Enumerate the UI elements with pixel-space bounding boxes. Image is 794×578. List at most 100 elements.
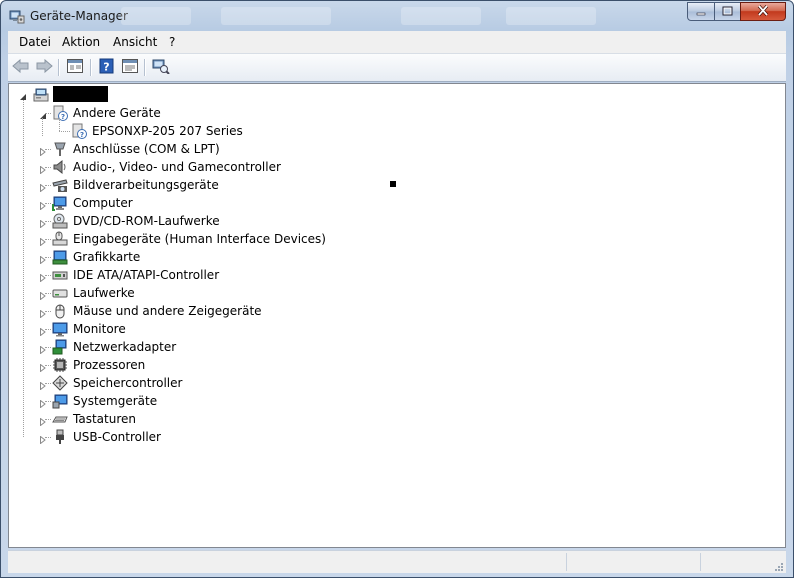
tree-connector <box>45 419 51 420</box>
show-hidden-button[interactable] <box>120 58 140 76</box>
forward-icon <box>35 58 53 76</box>
background-glass <box>221 7 331 25</box>
tree-category-label[interactable]: Eingabegeräte (Human Interface Devices) <box>73 230 326 248</box>
storage-controller-icon <box>52 375 68 391</box>
dvd-drive-icon <box>52 213 68 229</box>
scan-hardware-button[interactable] <box>151 58 171 76</box>
network-adapter-icon <box>52 339 68 355</box>
tree-connector <box>45 401 51 402</box>
status-pane <box>566 553 701 571</box>
menu-ansicht[interactable]: Ansicht <box>113 35 157 49</box>
minimize-icon <box>696 5 706 19</box>
tree-connector <box>45 347 51 348</box>
tree-connector <box>59 118 60 131</box>
forward-button[interactable] <box>34 58 54 76</box>
svg-text:?: ? <box>61 113 65 121</box>
tree-connector <box>42 118 43 136</box>
computer-root-icon <box>33 87 49 103</box>
cursor-marker <box>390 181 396 187</box>
tree-connector <box>45 293 51 294</box>
tree-category-label[interactable]: Speichercontroller <box>73 374 182 392</box>
tree-connector <box>45 257 51 258</box>
tree-connector <box>45 329 51 330</box>
toolbar-separator <box>58 59 60 76</box>
menu-bar: Datei Aktion Ansicht ? <box>8 31 786 54</box>
tree-connector <box>59 131 70 132</box>
menu-help[interactable]: ? <box>169 35 175 49</box>
usb-icon <box>52 429 68 445</box>
tree-connector <box>45 221 51 222</box>
tree-device-label[interactable]: EPSONXP-205 207 Series <box>92 122 243 140</box>
tree-connector <box>45 167 51 168</box>
status-pane <box>700 553 781 571</box>
tree-category-label[interactable]: Mäuse und andere Zeigegeräte <box>73 302 262 320</box>
tree-category-label[interactable]: Bildverarbeitungsgeräte <box>73 176 219 194</box>
tree-connector <box>45 365 51 366</box>
back-button[interactable] <box>11 58 31 76</box>
tree-category-label[interactable]: Systemgeräte <box>73 392 157 410</box>
resize-grip-icon[interactable] <box>773 560 783 571</box>
scan-hardware-icon <box>152 58 170 77</box>
tree-category-label[interactable]: Prozessoren <box>73 356 145 374</box>
minimize-button[interactable] <box>687 2 715 21</box>
unknown-device-icon: ? <box>71 123 87 139</box>
tree-connector <box>45 311 51 312</box>
tree-category-label[interactable]: USB-Controller <box>73 428 161 446</box>
tree-connector <box>45 239 51 240</box>
tree-connector <box>45 185 51 186</box>
unknown-device-icon: ? <box>52 105 68 121</box>
properties-view-button[interactable] <box>65 58 85 76</box>
menu-aktion[interactable]: Aktion <box>62 35 100 49</box>
tree-category-label[interactable]: DVD/CD-ROM-Laufwerke <box>73 212 220 230</box>
tree-category-label[interactable]: Computer <box>73 194 133 212</box>
title-bar[interactable]: Geräte-Manager <box>1 1 793 31</box>
tree-category-label[interactable]: Laufwerke <box>73 284 135 302</box>
help-button[interactable]: ? <box>97 58 117 76</box>
window-title: Geräte-Manager <box>30 9 128 23</box>
svg-text:?: ? <box>80 131 84 139</box>
ide-controller-icon <box>52 267 68 283</box>
close-icon <box>757 4 769 19</box>
tree-category-label[interactable]: Tastaturen <box>73 410 136 428</box>
back-icon <box>12 58 30 76</box>
display-adapter-icon <box>52 249 68 265</box>
tree-connector <box>45 149 51 150</box>
collapse-arrow-icon[interactable] <box>19 90 27 100</box>
computer-name-redacted[interactable] <box>53 86 108 102</box>
background-glass <box>506 7 596 25</box>
tree-connector <box>23 100 24 437</box>
tree-category-label[interactable]: Audio-, Video- und Gamecontroller <box>73 158 281 176</box>
keyboard-icon <box>52 411 68 427</box>
close-button[interactable] <box>740 2 786 21</box>
toolbar: ? <box>8 54 786 82</box>
tree-category-label[interactable]: Netzwerkadapter <box>73 338 176 356</box>
tree-connector <box>45 113 51 114</box>
tree-connector <box>45 203 51 204</box>
show-hidden-icon <box>122 58 138 76</box>
tree-connector <box>45 275 51 276</box>
background-glass <box>401 7 481 25</box>
svg-text:?: ? <box>103 60 109 73</box>
maximize-button[interactable] <box>714 2 741 21</box>
background-glass <box>121 7 191 25</box>
device-manager-window: Geräte-Manager Datei Aktion Ansicht ? ? … <box>0 0 794 578</box>
maximize-icon <box>722 5 733 19</box>
tree-category-label[interactable]: Grafikkarte <box>73 248 140 266</box>
device-manager-icon <box>9 8 25 24</box>
system-devices-icon <box>52 393 68 409</box>
tree-connector <box>45 383 51 384</box>
tree-category-label[interactable]: IDE ATA/ATAPI-Controller <box>73 266 219 284</box>
monitor-icon <box>52 321 68 337</box>
disk-drive-icon <box>52 285 68 301</box>
help-icon: ? <box>99 58 115 77</box>
toolbar-separator <box>144 59 146 76</box>
computer-icon <box>52 195 68 211</box>
tree-category-label[interactable]: Anschlüsse (COM & LPT) <box>73 140 220 158</box>
menu-datei[interactable]: Datei <box>19 35 51 49</box>
tree-category-label[interactable]: Monitore <box>73 320 126 338</box>
tree-category-label[interactable]: Andere Geräte <box>73 104 161 122</box>
tree-connector <box>45 437 51 438</box>
device-tree[interactable]: ? Andere Geräte? EPSONXP-205 207 Series Ans… <box>8 83 786 548</box>
mouse-icon <box>52 303 68 319</box>
port-icon <box>52 141 68 157</box>
